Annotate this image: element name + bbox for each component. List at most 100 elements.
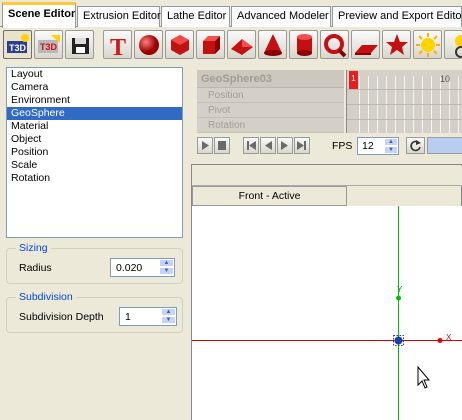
playback-extra-button[interactable] <box>427 137 462 154</box>
stop-button[interactable] <box>214 137 230 154</box>
star-icon <box>386 34 408 55</box>
fps-down-arrow-icon[interactable]: ▼ <box>384 146 398 154</box>
t3d-open-button[interactable]: T3D <box>34 30 63 59</box>
list-item-camera[interactable]: Camera <box>7 81 182 94</box>
editor-tab-bar: Scene Editor Extrusion Editor Lathe Edit… <box>0 0 462 28</box>
object-toolbar: T3D T3D T <box>0 27 462 64</box>
cube-icon <box>203 36 220 54</box>
timeline-track-labels: GeoSphere03 Position Pivot Rotation <box>197 70 344 133</box>
skip-first-icon <box>247 141 256 150</box>
play-icon <box>202 141 209 150</box>
frame-number-label: 10 <box>440 74 451 84</box>
light-source-button[interactable] <box>444 30 462 59</box>
svg-text:T3D: T3D <box>40 42 58 52</box>
tab-extrusion-editor[interactable]: Extrusion Editor <box>77 6 161 27</box>
add-torus-button[interactable] <box>320 30 349 59</box>
add-sphere-button[interactable] <box>134 30 163 59</box>
plane-icon <box>355 45 378 55</box>
radius-down-arrow-icon[interactable]: ▼ <box>159 267 174 275</box>
geosphere-object-icon <box>393 335 404 346</box>
viewport-canvas: Y X <box>192 206 462 420</box>
last-frame-button[interactable] <box>294 137 310 154</box>
fps-value[interactable]: 12 <box>362 140 374 152</box>
tab-lathe-editor[interactable]: Lathe Editor <box>161 6 230 27</box>
subdivision-down-arrow-icon[interactable]: ▼ <box>161 316 176 324</box>
add-cube-button[interactable] <box>196 30 225 59</box>
tab-advanced-modeler[interactable]: Advanced Modeler <box>231 6 331 27</box>
fps-up-arrow-icon[interactable]: ▲ <box>384 138 398 146</box>
subdivision-group-title: Subdivision <box>16 291 76 303</box>
add-pyramid-button[interactable] <box>227 30 256 59</box>
playback-controls: FPS 12 ▲ ▼ <box>197 135 462 157</box>
svg-text:T3D: T3D <box>9 43 27 53</box>
mouse-cursor-icon <box>417 365 431 389</box>
timeline-row-pivot[interactable]: Pivot <box>197 103 344 118</box>
list-item-geosphere[interactable]: GeoSphere <box>7 107 182 120</box>
play-button[interactable] <box>197 137 213 154</box>
save-disk-icon <box>72 38 89 54</box>
step-back-icon <box>265 141 272 150</box>
radius-label: Radius <box>19 262 52 274</box>
loop-button[interactable] <box>406 137 425 154</box>
tab-scene-editor[interactable]: Scene Editor <box>2 2 76 28</box>
add-light-button[interactable] <box>413 30 442 59</box>
radius-value[interactable]: 0.020 <box>116 262 142 274</box>
viewport-tab-front[interactable]: Front - Active <box>192 186 347 206</box>
sizing-group: Sizing Radius 0.020 ▲ ▼ <box>6 242 183 284</box>
subdivision-depth-value[interactable]: 1 <box>125 311 131 323</box>
current-frame-marker[interactable]: 1 <box>349 71 358 89</box>
geosphere-icon <box>171 35 189 55</box>
list-item-rotation[interactable]: Rotation <box>7 172 182 185</box>
add-text-button[interactable]: T <box>103 30 132 59</box>
pyramid-icon <box>231 39 253 55</box>
torus-icon <box>324 34 347 58</box>
fps-label: FPS <box>332 140 353 152</box>
list-item-environment[interactable]: Environment <box>7 94 182 107</box>
fps-spinner[interactable]: 12 ▲ ▼ <box>357 137 399 155</box>
sizing-group-title: Sizing <box>16 242 51 254</box>
light-icon <box>416 33 440 57</box>
save-button[interactable] <box>65 30 94 59</box>
step-forward-icon <box>281 141 288 150</box>
cylinder-icon <box>297 34 312 56</box>
timeline-row-position[interactable]: Position <box>197 88 344 103</box>
previous-frame-button[interactable] <box>260 137 276 154</box>
list-item-layout[interactable]: Layout <box>7 68 182 81</box>
svg-text:T: T <box>110 35 126 59</box>
t3d-logo-icon: T3D <box>7 34 29 53</box>
x-axis-handle <box>437 338 443 343</box>
cone-icon <box>264 34 282 56</box>
subdivision-up-arrow-icon[interactable]: ▲ <box>161 308 176 316</box>
list-item-material[interactable]: Material <box>7 120 182 133</box>
y-axis-handle <box>396 295 401 301</box>
tab-preview-export-editor[interactable]: Preview and Export Editor <box>332 6 462 27</box>
light-source-icon <box>455 35 462 58</box>
add-plane-button[interactable] <box>351 30 380 59</box>
skip-last-icon <box>297 141 306 150</box>
t3d-open-icon: T3D <box>38 35 60 53</box>
next-frame-button[interactable] <box>277 137 293 154</box>
add-cone-button[interactable] <box>258 30 287 59</box>
front-viewport[interactable]: Y X <box>192 206 462 420</box>
t3d-logo-button[interactable]: T3D <box>3 30 32 59</box>
first-frame-button[interactable] <box>243 137 259 154</box>
subdivision-group: Subdivision Subdivision Depth 1 ▲ ▼ <box>6 291 183 333</box>
add-star-button[interactable] <box>382 30 411 59</box>
add-cylinder-button[interactable] <box>289 30 318 59</box>
add-geosphere-button[interactable] <box>165 30 194 59</box>
radius-up-arrow-icon[interactable]: ▲ <box>159 259 174 267</box>
timeline-keyframe-grid[interactable]: 1 10 <box>346 70 462 133</box>
y-axis-label: Y <box>397 285 403 294</box>
x-axis-label: X <box>446 333 452 342</box>
list-item-object[interactable]: Object <box>7 133 182 146</box>
viewport-header-bar <box>192 166 462 186</box>
list-item-scale[interactable]: Scale <box>7 159 182 172</box>
subdivision-depth-spinner[interactable]: 1 ▲ ▼ <box>119 307 177 326</box>
radius-spinner[interactable]: 0.020 ▲ ▼ <box>110 258 175 277</box>
text-t-icon: T <box>110 35 126 59</box>
property-category-list[interactable]: Layout Camera Environment GeoSphere Mate… <box>6 67 183 238</box>
list-item-position[interactable]: Position <box>7 146 182 159</box>
timeline-row-rotation[interactable]: Rotation <box>197 118 344 133</box>
loop-icon <box>410 140 421 152</box>
stop-icon <box>218 141 226 150</box>
